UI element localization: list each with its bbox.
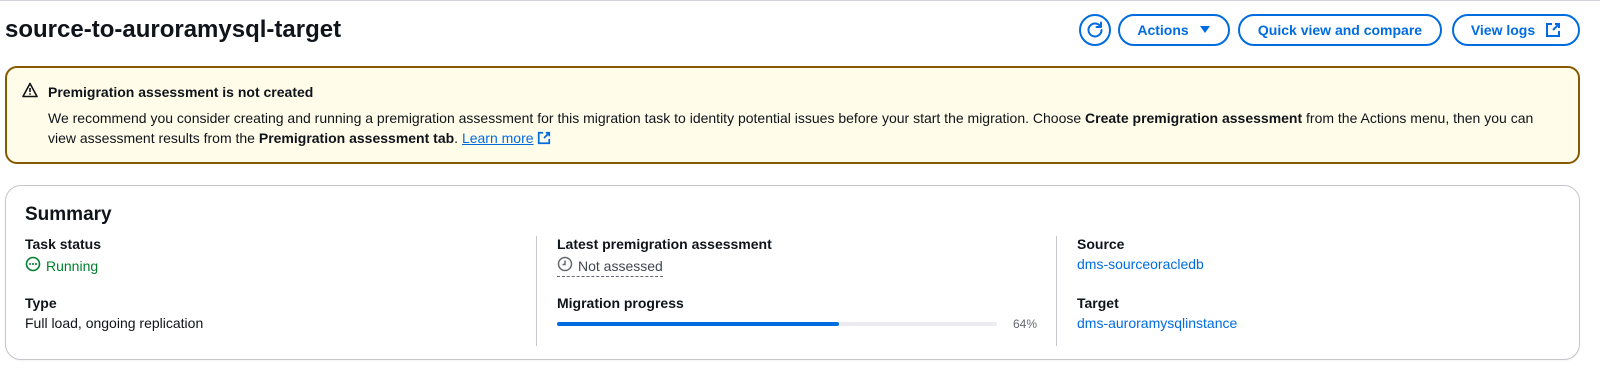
summary-column-endpoints: Source dms-sourceoracledb Target dms-aur… (1056, 236, 1556, 346)
learn-more-label: Learn more (461, 130, 534, 146)
assessment-text: Not assessed (578, 257, 663, 274)
alert-text-1: We recommend you consider creating and r… (48, 110, 1086, 126)
quick-view-compare-button[interactable]: Quick view and compare (1238, 14, 1442, 46)
refresh-icon (1085, 20, 1105, 40)
target-label: Target (1077, 295, 1119, 311)
status-in-progress-icon (25, 256, 41, 275)
migration-progress-bar: 64% (557, 317, 1038, 331)
task-status-label: Task status (25, 236, 101, 252)
alert-emphasis-create: Create premigration assessment (1085, 110, 1303, 126)
learn-more-link[interactable]: Learn more (462, 130, 551, 146)
premigration-warning-alert: Premigration assessment is not created W… (5, 66, 1580, 164)
target-link[interactable]: dms-auroramysqlinstance (1077, 315, 1237, 331)
task-status-value: Running (25, 256, 98, 275)
type-label: Type (25, 295, 57, 311)
progress-fill (557, 322, 839, 326)
actions-dropdown-button[interactable]: Actions (1118, 14, 1230, 46)
progress-track (557, 322, 997, 326)
summary-column-assessment: Latest premigration assessment Not asses… (536, 236, 1038, 346)
source-label: Source (1077, 236, 1125, 252)
task-status-text: Running (46, 257, 99, 274)
summary-title: Summary (25, 204, 112, 225)
page-title: source-to-auroramysql-target (5, 16, 342, 43)
type-value: Full load, ongoing replication (25, 315, 204, 331)
assessment-value[interactable]: Not assessed (557, 256, 663, 277)
caret-down-icon (1199, 25, 1211, 35)
alert-message: We recommend you consider creating and r… (48, 108, 1558, 150)
quick-view-label: Quick view and compare (1257, 22, 1423, 38)
external-link-icon (537, 130, 551, 150)
summary-container: Summary Task status Running Type Full lo… (5, 185, 1580, 360)
alert-text-3: . (454, 130, 462, 146)
progress-percent: 64% (1013, 317, 1038, 331)
assessment-label: Latest premigration assessment (557, 236, 772, 252)
alert-emphasis-tab: Premigration assessment tab (258, 130, 455, 146)
alert-title: Premigration assessment is not created (48, 84, 314, 100)
clock-icon (557, 256, 573, 275)
actions-label: Actions (1137, 22, 1189, 38)
top-divider (0, 0, 1600, 3)
source-link[interactable]: dms-sourceoracledb (1077, 256, 1204, 272)
external-link-icon (1545, 22, 1561, 38)
page-header: source-to-auroramysql-target Actions Qui… (0, 10, 1600, 50)
view-logs-label: View logs (1470, 22, 1536, 38)
refresh-button[interactable] (1079, 14, 1111, 46)
warning-icon (22, 82, 38, 103)
view-logs-button[interactable]: View logs (1452, 14, 1580, 46)
progress-label: Migration progress (557, 295, 684, 311)
summary-column-task: Task status Running Type Full load, ongo… (25, 236, 515, 346)
